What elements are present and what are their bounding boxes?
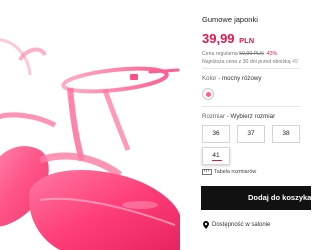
size-option-41[interactable]: 41 xyxy=(202,147,230,165)
color-swatch-dot xyxy=(205,91,211,97)
product-image[interactable] xyxy=(0,0,180,250)
price-value: 39,99 xyxy=(202,31,235,46)
discount-badge: -43% xyxy=(265,51,278,57)
size-label-text: Rozmiar xyxy=(202,113,226,120)
lowest-price-line: Najniższa cena z 30 dni przed obniżką 49 xyxy=(202,59,298,65)
lowest-price-label: Najniższa cena z 30 dni przed obniżką xyxy=(202,59,291,65)
add-to-cart-button[interactable]: Dodaj do koszyka xyxy=(201,186,311,210)
size-option-36[interactable]: 36 xyxy=(202,125,230,143)
ruler-icon xyxy=(202,169,212,175)
regular-price-label: Cena regularna xyxy=(202,51,238,57)
size-table-link[interactable]: Tabela rozmiarów xyxy=(214,169,256,175)
color-swatch[interactable] xyxy=(202,88,214,100)
location-pin-icon xyxy=(203,221,209,229)
color-label: Kolor - mocny różowy xyxy=(202,75,262,82)
product-price: 39,99 PLN xyxy=(202,31,254,46)
divider xyxy=(202,106,300,107)
size-low-stock-indicator xyxy=(212,160,222,161)
store-availability-link[interactable]: Dostępność w salonie xyxy=(212,222,270,228)
product-title: Gumowe japonki xyxy=(202,15,258,24)
lowest-price: 49 xyxy=(291,59,298,65)
color-label-text: Kolor xyxy=(202,75,217,82)
sandal-illustration xyxy=(0,38,180,250)
size-label: Rozmiar - Wybierz rozmiar xyxy=(202,113,276,120)
size-option-38[interactable]: 38 xyxy=(272,125,300,143)
regular-price: 59,99 PLN xyxy=(239,51,264,57)
size-option-41-label: 41 xyxy=(212,152,220,159)
regular-price-line: Cena regularna 59,99 PLN -43% xyxy=(202,51,277,57)
size-option-37[interactable]: 37 xyxy=(237,125,265,143)
size-prompt: Wybierz rozmiar xyxy=(230,113,276,120)
divider xyxy=(202,68,300,69)
price-currency: PLN xyxy=(239,36,255,45)
color-value: mocny różowy xyxy=(221,75,262,82)
